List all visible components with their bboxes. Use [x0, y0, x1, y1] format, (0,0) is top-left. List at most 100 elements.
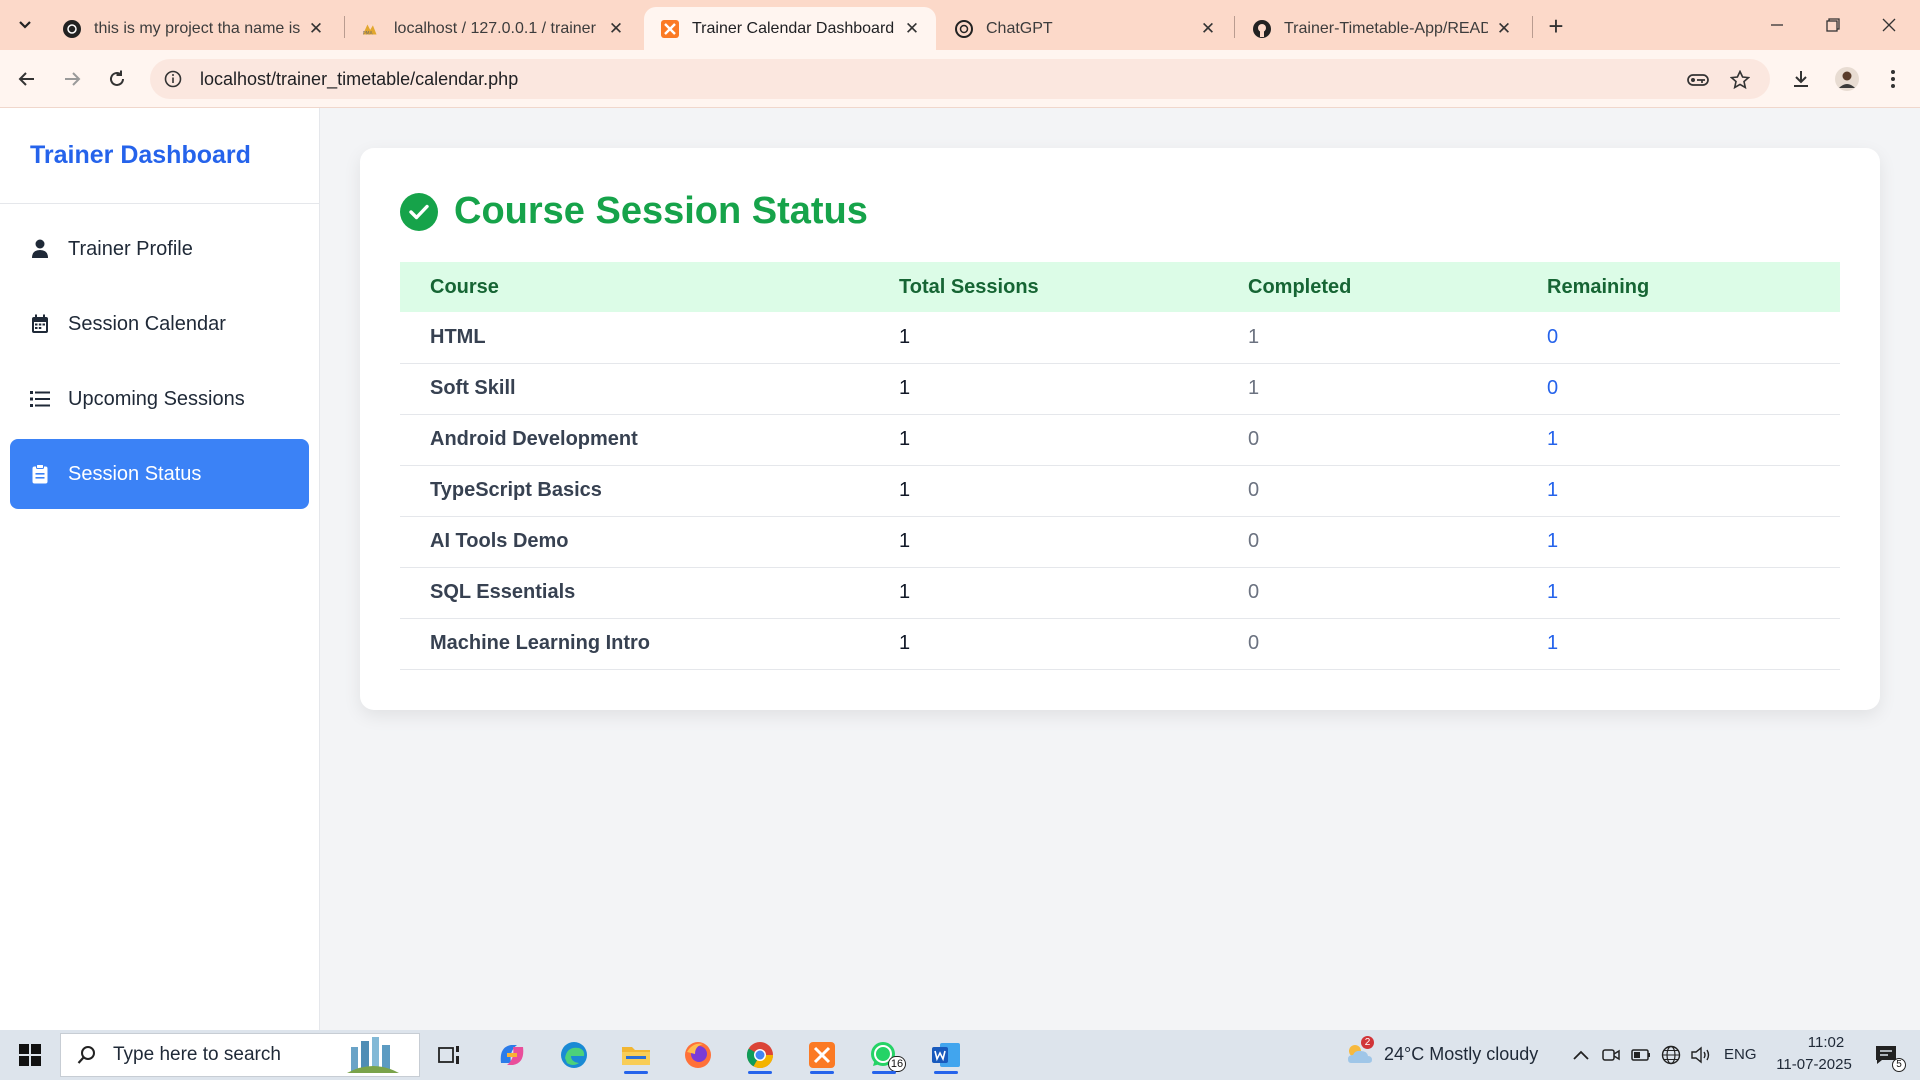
- word-app[interactable]: [924, 1036, 968, 1074]
- profile-avatar[interactable]: [1830, 62, 1864, 96]
- taskbar-search-box[interactable]: Type here to search: [60, 1033, 420, 1077]
- file-explorer-app[interactable]: [614, 1036, 658, 1074]
- firefox-app[interactable]: [676, 1036, 720, 1074]
- xampp-icon: [660, 19, 680, 39]
- start-button[interactable]: [8, 1038, 52, 1072]
- close-icon[interactable]: ✕: [902, 19, 922, 39]
- remaining-count: 1: [1547, 567, 1840, 619]
- completed-count: 0: [1248, 516, 1547, 568]
- column-header-remaining: Remaining: [1547, 275, 1650, 298]
- brand-title[interactable]: Trainer Dashboard: [0, 108, 319, 204]
- forward-button[interactable]: [55, 62, 89, 96]
- back-button[interactable]: [10, 62, 44, 96]
- restore-icon: [1826, 18, 1840, 32]
- reload-button[interactable]: [100, 62, 134, 96]
- close-icon[interactable]: ✕: [606, 19, 626, 39]
- clock-time[interactable]: 11:02: [1790, 1034, 1862, 1051]
- remaining-count: 0: [1547, 312, 1840, 364]
- battery-icon[interactable]: [1630, 1044, 1652, 1066]
- tab-title: ChatGPT: [986, 19, 1053, 37]
- windows-taskbar: Type here to search 16 2 24°C Mostly clo…: [0, 1030, 1920, 1080]
- minimize-icon: [1771, 24, 1783, 26]
- address-bar[interactable]: localhost/trainer_timetable/calendar.php: [150, 59, 1770, 99]
- search-highlight-illustration-icon: [347, 1037, 399, 1073]
- tab-separator: [344, 16, 345, 38]
- plus-icon: +: [1548, 10, 1564, 41]
- restore-button[interactable]: [1810, 8, 1856, 42]
- tab-phpmyadmin[interactable]: PMA localhost / 127.0.0.1 / trainer | p …: [346, 7, 640, 50]
- close-window-button[interactable]: [1866, 8, 1912, 42]
- sidebar-item-session-calendar[interactable]: Session Calendar: [10, 289, 309, 359]
- total-sessions: 1: [899, 414, 1248, 466]
- show-hidden-icons-button[interactable]: [1570, 1044, 1592, 1066]
- sidebar-item-label: Upcoming Sessions: [68, 387, 245, 410]
- table-row: HTML 1 1 0: [400, 312, 1840, 364]
- sidebar-item-label: Trainer Profile: [68, 237, 193, 260]
- chevron-down-icon: [19, 21, 31, 29]
- sidebar-item-trainer-profile[interactable]: Trainer Profile: [10, 214, 309, 284]
- tab-search-button[interactable]: [12, 12, 38, 38]
- browser-toolbar: localhost/trainer_timetable/calendar.php: [0, 50, 1920, 108]
- sidebar-item-upcoming-sessions[interactable]: Upcoming Sessions: [10, 364, 309, 434]
- minimize-button[interactable]: [1754, 8, 1800, 42]
- password-key-icon[interactable]: [1686, 68, 1710, 92]
- download-icon: [1794, 71, 1808, 87]
- downloads-button[interactable]: [1784, 62, 1818, 96]
- clock-date[interactable]: 11-07-2025: [1766, 1056, 1862, 1073]
- volume-icon[interactable]: [1690, 1044, 1712, 1066]
- calendar-icon: [28, 312, 52, 336]
- remaining-count: 1: [1547, 516, 1840, 568]
- close-icon[interactable]: ✕: [306, 19, 326, 39]
- meet-now-icon[interactable]: [1600, 1044, 1622, 1066]
- whatsapp-app[interactable]: 16: [862, 1036, 906, 1074]
- weather-text[interactable]: 24°C Mostly cloudy: [1384, 1044, 1538, 1065]
- browser-menu-button[interactable]: [1876, 62, 1910, 96]
- session-status-card: Course Session Status Course Total Sessi…: [360, 148, 1880, 710]
- bookmark-star-icon[interactable]: [1728, 68, 1752, 92]
- sidebar-menu: Trainer Profile Session Calendar Upcomin…: [0, 204, 319, 509]
- completed-count: 0: [1248, 465, 1547, 517]
- close-icon[interactable]: ✕: [1198, 19, 1218, 39]
- table-row: SQL Essentials 1 0 1: [400, 567, 1840, 619]
- chrome-app[interactable]: [738, 1036, 782, 1074]
- network-globe-icon[interactable]: [1660, 1044, 1682, 1066]
- language-indicator[interactable]: ENG: [1724, 1046, 1757, 1063]
- tab-github-readme[interactable]: Trainer-Timetable-App/READM ✕: [1236, 7, 1528, 50]
- close-icon[interactable]: ✕: [1494, 19, 1514, 39]
- edge-app[interactable]: [552, 1036, 596, 1074]
- tab-chatgpt-project[interactable]: this is my project tha name is Tr ✕: [46, 7, 340, 50]
- weather-icon[interactable]: 2: [1344, 1036, 1374, 1068]
- column-header-total-sessions: Total Sessions: [899, 275, 1039, 298]
- list-icon: [28, 387, 52, 411]
- table-row: AI Tools Demo 1 0 1: [400, 516, 1840, 568]
- sidebar-item-label: Session Status: [68, 462, 202, 485]
- site-info-icon[interactable]: [162, 68, 184, 90]
- user-icon: [28, 237, 52, 261]
- xampp-app[interactable]: [800, 1036, 844, 1074]
- task-view-button[interactable]: [428, 1036, 472, 1074]
- copilot-app[interactable]: [490, 1036, 534, 1074]
- course-status-table: Course Total Sessions Completed Remainin…: [400, 262, 1840, 670]
- github-icon: [1252, 19, 1272, 39]
- sidebar-item-session-status[interactable]: Session Status: [10, 439, 309, 509]
- total-sessions: 1: [899, 618, 1248, 670]
- weather-badge: 2: [1361, 1036, 1374, 1049]
- phpmyadmin-icon: PMA: [362, 19, 382, 39]
- new-tab-button[interactable]: +: [1542, 10, 1570, 41]
- total-sessions: 1: [899, 567, 1248, 619]
- tab-title: localhost / 127.0.0.1 / trainer | p: [394, 19, 600, 37]
- column-header-completed: Completed: [1248, 275, 1352, 298]
- total-sessions: 1: [899, 465, 1248, 517]
- sidebar: Trainer Dashboard Trainer Profile Sessio…: [0, 108, 320, 1030]
- arrow-right-icon: [65, 72, 81, 86]
- reload-icon: [110, 70, 124, 86]
- total-sessions: 1: [899, 516, 1248, 568]
- remaining-count: 1: [1547, 618, 1840, 670]
- notification-center-button[interactable]: 5: [1866, 1042, 1906, 1072]
- completed-count: 0: [1248, 618, 1547, 670]
- tab-trainer-calendar[interactable]: Trainer Calendar Dashboard ✕: [644, 7, 936, 50]
- close-icon: [1882, 18, 1896, 32]
- chrome-icon: [746, 1042, 774, 1069]
- tab-chatgpt[interactable]: ChatGPT ✕: [938, 7, 1232, 50]
- word-icon: [932, 1043, 960, 1067]
